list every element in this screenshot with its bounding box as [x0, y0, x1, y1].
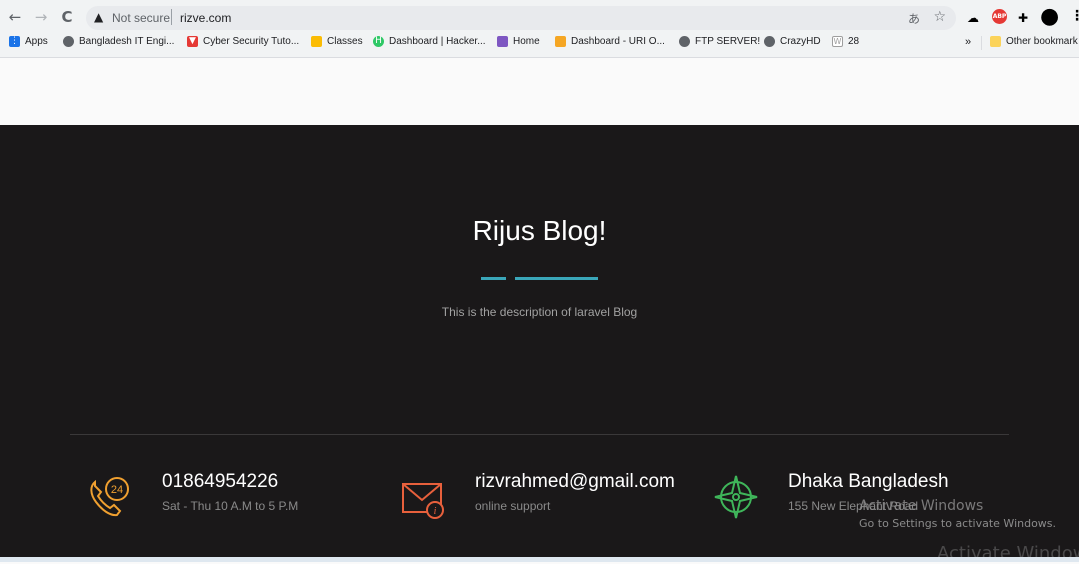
email-support: online support [475, 499, 551, 513]
toolbar: ← → C ▲ Not secure rizve.com あ ☆ ☁ ABP ✚… [0, 4, 1079, 30]
adblock-icon[interactable]: ABP [992, 9, 1007, 24]
bookmark-home[interactable]: Home [497, 36, 540, 47]
translate-icon[interactable]: あ [908, 10, 920, 27]
reload-icon[interactable]: C [56, 6, 78, 28]
bookmark-label: FTP SERVER! [695, 36, 761, 47]
blog-description: This is the description of laravel Blog [441, 305, 638, 319]
bookmark-other[interactable]: Other bookmark [990, 36, 1078, 47]
globe-icon [764, 36, 775, 47]
omnibox-divider [171, 9, 172, 25]
bookmark-label: Dashboard | Hacker... [389, 36, 486, 47]
title-underline-short [481, 277, 506, 280]
address-city: Dhaka Bangladesh [788, 471, 949, 492]
uri-icon [555, 36, 566, 47]
hackerrank-icon: H [373, 36, 384, 47]
bookmark-label: Apps [25, 36, 48, 47]
bookmark-label: Cyber Security Tuto... [203, 36, 300, 47]
bookmark-star-icon[interactable]: ☆ [933, 9, 946, 25]
phone-hours: Sat - Thu 10 A.M to 5 P.M [162, 499, 299, 513]
globe-icon [679, 36, 690, 47]
bookmark-classes[interactable]: Classes [311, 36, 363, 47]
title-underline-long [515, 277, 598, 280]
windows-activation-title: Activate Windows [859, 498, 984, 514]
profile-avatar[interactable]: ● [1040, 4, 1059, 29]
bookmark-label: CrazyHD [780, 36, 821, 47]
bookmark-uri-online[interactable]: Dashboard - URI O... [555, 36, 665, 47]
w-icon: W [832, 36, 843, 47]
security-status[interactable]: Not secure [112, 11, 170, 25]
bookmark-label: Dashboard - URI O... [571, 36, 665, 47]
compass-icon [714, 475, 758, 519]
mail-info-icon: i [402, 483, 444, 519]
kebab-menu-icon[interactable]: ⋮ [1070, 8, 1079, 24]
bookmark-label: Other bookmark [1006, 36, 1078, 47]
warning-icon[interactable]: ▲ [94, 10, 103, 24]
shield-icon: ▼ [187, 36, 198, 47]
bookmarks-overflow-button[interactable]: » [965, 36, 971, 48]
bookmarks-divider [981, 36, 982, 50]
cloud-icon[interactable]: ☁ [967, 11, 979, 25]
home-icon [497, 36, 508, 47]
bookmark-ftp-server[interactable]: FTP SERVER! [679, 36, 760, 47]
site-footer: Rijus Blog! This is the description of l… [0, 125, 1079, 564]
url-text[interactable]: rizve.com [180, 11, 231, 25]
puzzle-icon[interactable]: ✚ [1018, 11, 1028, 25]
back-icon[interactable]: ← [4, 6, 26, 28]
folder-icon [990, 36, 1001, 47]
bookmark-hackerrank[interactable]: H Dashboard | Hacker... [373, 36, 486, 47]
bookmark-apps[interactable]: ⋮ Apps [9, 36, 48, 47]
globe-icon [63, 36, 74, 47]
phone-number: 01864954226 [162, 471, 279, 492]
bookmark-28[interactable]: W 28 [832, 36, 859, 47]
bookmark-label: Classes [327, 36, 363, 47]
email-address[interactable]: rizvrahmed@gmail.com [475, 471, 675, 493]
address-bar[interactable]: ▲ Not secure rizve.com あ ☆ [86, 6, 956, 30]
windows-activation-text: Go to Settings to activate Windows. [859, 517, 1057, 530]
classroom-icon [311, 36, 322, 47]
page-bottom-strip [0, 557, 1079, 562]
svg-text:24: 24 [111, 484, 123, 496]
bookmarks-bar: ⋮ Apps Bangladesh IT Engi... ▼ Cyber Sec… [0, 33, 1079, 53]
bookmark-cyber-security[interactable]: ▼ Cyber Security Tuto... [187, 36, 299, 47]
bookmark-bangladesh-it[interactable]: Bangladesh IT Engi... [63, 36, 174, 47]
bookmark-label: 28 [848, 36, 860, 47]
forward-icon[interactable]: → [30, 6, 52, 28]
bookmark-crazyhd[interactable]: CrazyHD [764, 36, 821, 47]
bookmark-label: Bangladesh IT Engi... [79, 36, 175, 47]
footer-divider [70, 434, 1009, 435]
blog-title: Rijus Blog! [472, 215, 607, 246]
browser-chrome: ← → C ▲ Not secure rizve.com あ ☆ ☁ ABP ✚… [0, 0, 1079, 58]
phone-24-icon: 24 [90, 477, 129, 517]
svg-text:i: i [434, 506, 437, 517]
bookmark-label: Home [513, 36, 540, 47]
page-header-area [0, 58, 1079, 125]
apps-grid-icon: ⋮ [9, 36, 20, 47]
